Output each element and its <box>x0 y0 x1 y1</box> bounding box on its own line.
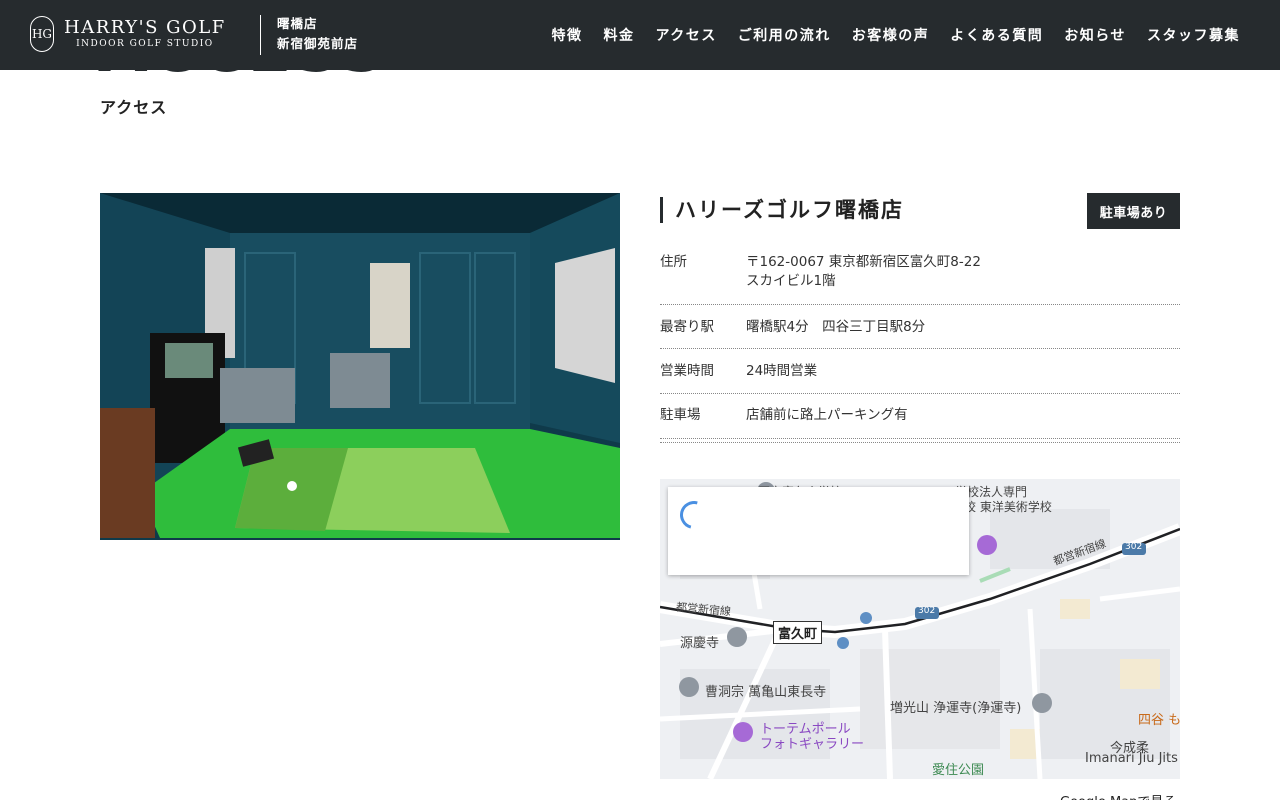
info-row-parking: 駐車場 店舗前に路上パーキング有 <box>660 394 1180 439</box>
map-label-totem2: フォトギャラリー <box>760 737 865 752</box>
store-name-line1: 曙橋店 <box>277 16 318 31</box>
nav-voices[interactable]: お客様の声 <box>852 25 930 45</box>
nav-features[interactable]: 特徴 <box>551 25 582 45</box>
loading-spinner-icon <box>674 495 714 535</box>
info-row-address: 住所 〒162-0067 東京都新宿区富久町8-22 スカイビル1階 <box>660 243 1180 305</box>
nav-news[interactable]: お知らせ <box>1064 25 1126 45</box>
info-row-station: 最寄り駅 曙橋駅4分 四谷三丁目駅8分 <box>660 305 1180 349</box>
logo-divider <box>260 15 261 55</box>
nav-flow[interactable]: ご利用の流れ <box>738 25 831 45</box>
store-interior-illustration <box>100 193 620 540</box>
store-title: ハリーズゴルフ曙橋店 <box>660 197 904 223</box>
parking-badge: 駐車場あり <box>1087 193 1180 229</box>
info-value: 24時間営業 <box>746 363 818 379</box>
nav-access[interactable]: アクセス <box>655 25 716 45</box>
address-line2: スカイビル1階 <box>746 273 836 289</box>
info-label: 営業時間 <box>660 363 714 379</box>
map-label-route302b: 302 <box>1125 542 1143 552</box>
map-label-imanari2: Imanari Jiu Jits <box>1085 751 1178 766</box>
map-label-jounenji: 増光山 浄運寺(浄運寺) <box>890 701 1022 716</box>
info-label: 駐車場 <box>660 407 701 423</box>
nav-faq[interactable]: よくある質問 <box>950 25 1043 45</box>
map-label-yotsuya: 四谷 も <box>1138 713 1180 728</box>
google-map[interactable]: 区立富久小学校 学校法人専門 学校 東洋美術学校 都営新宿線 都営新宿線 302… <box>660 479 1180 779</box>
site-header: HG HARRY'S GOLF INDOOR GOLF STUDIO 曙橋店 新… <box>0 0 1280 70</box>
store-name-line2: 新宿御苑前店 <box>277 36 359 51</box>
map-label-genkeiji: 源慶寺 <box>680 636 720 651</box>
logo-subtitle: INDOOR GOLF STUDIO <box>76 39 214 49</box>
map-info-popup[interactable] <box>668 487 969 575</box>
info-row-hours: 営業時間 24時間営業 <box>660 349 1180 394</box>
map-label-tomikucho: 富久町 <box>773 621 823 644</box>
logo-text: HARRY'S GOLF INDOOR GOLF STUDIO <box>64 18 226 50</box>
info-label: 最寄り駅 <box>660 319 714 335</box>
info-value: 〒162-0067 東京都新宿区富久町8-22 スカイビル1階 <box>746 253 1180 304</box>
map-label-tochoji: 曹洞宗 萬亀山東長寺 <box>705 685 827 700</box>
nav-pricing[interactable]: 料金 <box>603 25 634 45</box>
site-logo[interactable]: HG HARRY'S GOLF INDOOR GOLF STUDIO <box>30 16 226 52</box>
info-divider <box>660 439 1180 443</box>
address-line1: 〒162-0067 東京都新宿区富久町8-22 <box>746 254 981 270</box>
store-interior-photo <box>100 193 620 540</box>
header-store-name: 曙橋店 新宿御苑前店 <box>277 14 358 54</box>
map-label-aizumi: 愛住公園 <box>932 763 985 778</box>
logo-name: HARRY'S GOLF <box>64 17 226 38</box>
nav-recruit[interactable]: スタッフ募集 <box>1147 25 1240 45</box>
info-value: 曙橋駅4分 四谷三丁目駅8分 <box>746 319 926 335</box>
main-nav: 特徴 料金 アクセス ご利用の流れ お客様の声 よくある質問 お知らせ スタッフ… <box>551 0 1240 70</box>
google-map-link[interactable]: Google Mapで見る <box>1060 791 1176 800</box>
page-subtitle: アクセス <box>100 98 168 117</box>
store-info-table: 住所 〒162-0067 東京都新宿区富久町8-22 スカイビル1階 最寄り駅 … <box>660 243 1180 443</box>
info-value: 店舗前に路上パーキング有 <box>746 407 908 423</box>
logo-mark-icon: HG <box>30 16 54 52</box>
info-label: 住所 <box>660 254 687 270</box>
map-label-route302a: 302 <box>918 606 936 616</box>
